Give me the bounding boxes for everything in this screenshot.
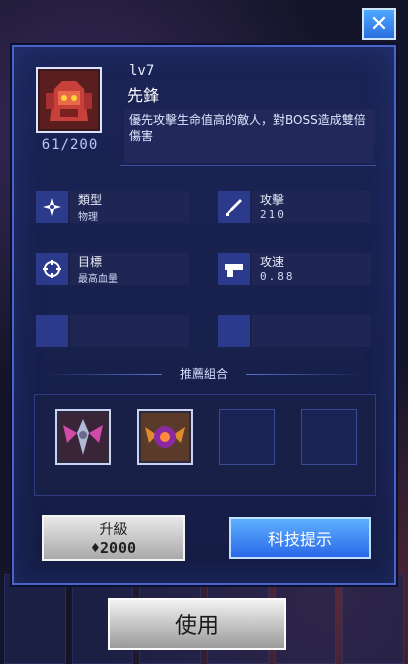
stat-target: 目標 最高血量 (36, 253, 191, 285)
upgrade-label: 升級 (99, 522, 128, 538)
shuriken-icon (36, 191, 68, 223)
stat-label: 攻速 (260, 255, 285, 269)
gun-icon (218, 253, 250, 285)
stat-attack-speed: 攻速 0.88 (218, 253, 373, 285)
empty-icon-box (218, 315, 250, 347)
stat-bar (252, 315, 371, 347)
robot-avatar-icon (40, 71, 98, 129)
combo-slot-1[interactable] (55, 409, 111, 465)
background-tile (342, 574, 405, 664)
stat-value: 210 (260, 208, 286, 221)
stat-value: 最高血量 (78, 274, 118, 285)
stat-empty-slot (36, 315, 191, 347)
stat-bar (70, 315, 189, 347)
upgrade-button[interactable]: 升級 ♦2000 (42, 515, 185, 561)
upgrade-cost: ♦2000 (44, 539, 183, 557)
tech-tip-label: 科技提示 (267, 530, 332, 549)
close-button[interactable]: ✕ (362, 8, 396, 40)
eye-unit-icon (141, 413, 189, 461)
empty-icon-box (36, 315, 68, 347)
unit-portrait (36, 67, 102, 133)
combo-slot-4[interactable] (301, 409, 357, 465)
winged-unit-icon (59, 413, 107, 461)
background-tile (4, 574, 66, 664)
crosshair-icon (36, 253, 68, 285)
divider (120, 165, 376, 166)
combo-slot-2[interactable] (137, 409, 193, 465)
combo-divider-right (246, 374, 366, 375)
unit-description: 優先攻擊生命值高的敵人，對BOSS造成雙倍傷害 (124, 109, 374, 163)
stat-value: 0.88 (260, 270, 295, 283)
currency-icon: ♦ (90, 539, 100, 557)
use-label: 使用 (174, 614, 219, 639)
stat-empty-slot (218, 315, 373, 347)
sword-icon (218, 191, 250, 223)
stat-label: 類型 (78, 193, 103, 207)
stat-label: 攻擊 (260, 193, 285, 207)
stat-attack: 攻擊 210 (218, 191, 373, 223)
stat-value: 物理 (78, 212, 98, 223)
combo-slot-3[interactable] (219, 409, 275, 465)
stat-label: 目標 (78, 255, 103, 269)
unit-name: 先鋒 (127, 86, 160, 105)
close-icon: ✕ (369, 11, 389, 37)
stat-type: 類型 物理 (36, 191, 191, 223)
tech-tip-button[interactable]: 科技提示 (229, 517, 371, 559)
unit-detail-panel: 61/200 lv7 先鋒 優先攻擊生命值高的敵人，對BOSS造成雙倍傷害 類型… (12, 45, 396, 585)
use-button[interactable]: 使用 (108, 598, 286, 650)
upgrade-cost-value: 2000 (99, 539, 137, 557)
recommended-combo (34, 394, 376, 496)
unit-level: lv7 (129, 63, 155, 79)
exp-progress-text: 61/200 (41, 137, 99, 153)
